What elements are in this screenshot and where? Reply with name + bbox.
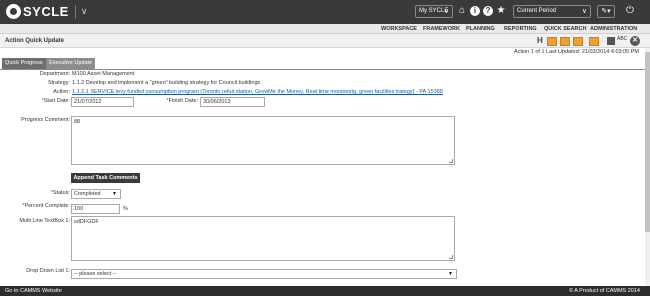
department-label: Department:	[39, 71, 70, 77]
home-icon[interactable]: ⌂	[456, 5, 468, 17]
document-icon[interactable]	[560, 37, 570, 46]
action-link[interactable]: 1.1.2.1 SERVICE levy funded consumption …	[72, 89, 443, 95]
progress-comment-textarea[interactable]: 88	[71, 116, 455, 165]
append-task-comments-button[interactable]: Append Task Comments	[71, 173, 140, 183]
dropdown-list-select[interactable]: -- please select -- ▼	[71, 269, 457, 279]
menu-item-quick-search[interactable]: QUICK SEARCH	[544, 24, 586, 34]
logo-divider	[74, 4, 76, 19]
percent-complete-label: *Percent Complete:	[0, 203, 70, 209]
multiline-textbox[interactable]: sdDFGDF	[71, 216, 455, 261]
status-select-value: Completed	[74, 191, 101, 197]
status-label: *Status:	[0, 190, 70, 196]
percent-complete-input[interactable]: 100	[71, 204, 120, 214]
period-select-value: Current Period	[517, 8, 557, 14]
sycle-logo-mark	[6, 4, 21, 19]
wrench-menu-button[interactable]: ✎▾	[597, 5, 615, 18]
chevron-down-icon: ∨	[581, 8, 587, 15]
status-select[interactable]: Completed ▼	[71, 189, 121, 199]
footer: Go to CAMMS Website © A Product of CAMMS…	[0, 286, 650, 296]
brand-name: SYCLE	[23, 4, 69, 19]
action-label: Action:	[53, 89, 70, 95]
start-date-input[interactable]: 21/07/2012	[71, 97, 134, 107]
progress-comment-text: 88	[74, 119, 81, 125]
tab-quick-progress[interactable]: Quick Progress	[2, 58, 46, 69]
start-date-label: *Start Date:	[0, 98, 70, 104]
power-icon[interactable]: ⏻	[624, 5, 636, 17]
resize-grip-icon[interactable]	[449, 255, 453, 259]
finish-date-label: *Finish Date:	[140, 98, 199, 104]
finish-date-input[interactable]: 30/06/2013	[200, 97, 265, 107]
dropdown-list-label: Drop Down List 1:	[26, 268, 70, 274]
star-icon[interactable]: ★	[495, 5, 507, 17]
main-menu: WORKSPACE FRAMEWORK PLANNING REPORTING Q…	[0, 24, 650, 34]
resize-grip-icon[interactable]	[449, 159, 453, 163]
finish-date-label-text: Finish Date:	[168, 98, 198, 104]
progress-comment-label: Progress Comment:	[21, 117, 70, 123]
chart-icon[interactable]	[547, 37, 557, 46]
scrollbar-thumb[interactable]	[645, 52, 650, 232]
tab-divider	[0, 69, 645, 70]
percent-complete-label-text: Percent Complete:	[24, 203, 70, 209]
dropdown-list-value: -- please select --	[74, 271, 117, 277]
menu-item-reporting[interactable]: REPORTING	[504, 24, 537, 34]
help-icon[interactable]: ?	[483, 6, 493, 16]
page-title: Action Quick Update	[5, 38, 65, 44]
top-bar: SYCLE ∨ My SYCLE ∨ ⌂ i ? ★ Current Perio…	[0, 0, 650, 24]
note-icon[interactable]	[573, 37, 583, 46]
page-header: Action Quick Update H ABC ✕	[0, 34, 650, 48]
close-icon[interactable]: ✕	[630, 36, 640, 46]
chevron-down-icon[interactable]: ∨	[81, 6, 88, 17]
menu-item-administration[interactable]: ADMINISTRATION	[590, 24, 637, 34]
menu-item-planning[interactable]: PLANNING	[466, 24, 495, 34]
attachment-icon[interactable]	[589, 37, 599, 46]
sycle-logo[interactable]: SYCLE ∨	[6, 4, 87, 19]
scope-select[interactable]: My SYCLE ∨	[415, 5, 453, 18]
start-date-label-text: Start Date:	[43, 98, 70, 104]
department-value: M100 Asset Management	[72, 71, 135, 77]
spellcheck-icon[interactable]: ABC	[617, 36, 627, 42]
percent-unit: %	[123, 206, 128, 212]
last-updated-info: Action 1 of 1 Last Updated: 21/03/2014 4…	[513, 49, 639, 55]
wrench-icon: ✎▾	[601, 8, 611, 15]
save-icon[interactable]	[607, 37, 615, 45]
strategy-label: Strategy:	[47, 80, 70, 86]
multiline-textbox-text: sdDFGDF	[74, 219, 99, 225]
menu-item-framework[interactable]: FRAMEWORK	[423, 24, 460, 34]
dropdown-arrow-icon: ▼	[448, 271, 453, 277]
period-select[interactable]: Current Period ∨	[513, 5, 591, 18]
strategy-value: 1.1.2 Develop and implement a "green" bu…	[72, 80, 261, 86]
copyright-text: © A Product of CAMMS 2014	[568, 288, 640, 294]
menu-item-workspace[interactable]: WORKSPACE	[381, 24, 417, 34]
info-icon[interactable]: i	[470, 6, 480, 16]
status-label-text: Status:	[52, 190, 70, 196]
dropdown-arrow-icon: ▼	[112, 191, 117, 197]
tab-executive-update[interactable]: Executive Update	[46, 58, 96, 69]
camms-website-link[interactable]: Go to CAMMS Website	[5, 286, 62, 296]
multiline-textbox-label: Multi Line TextBox 1:	[19, 218, 70, 224]
chevron-down-icon: ∨	[443, 8, 449, 15]
history-icon[interactable]: H	[537, 36, 543, 45]
